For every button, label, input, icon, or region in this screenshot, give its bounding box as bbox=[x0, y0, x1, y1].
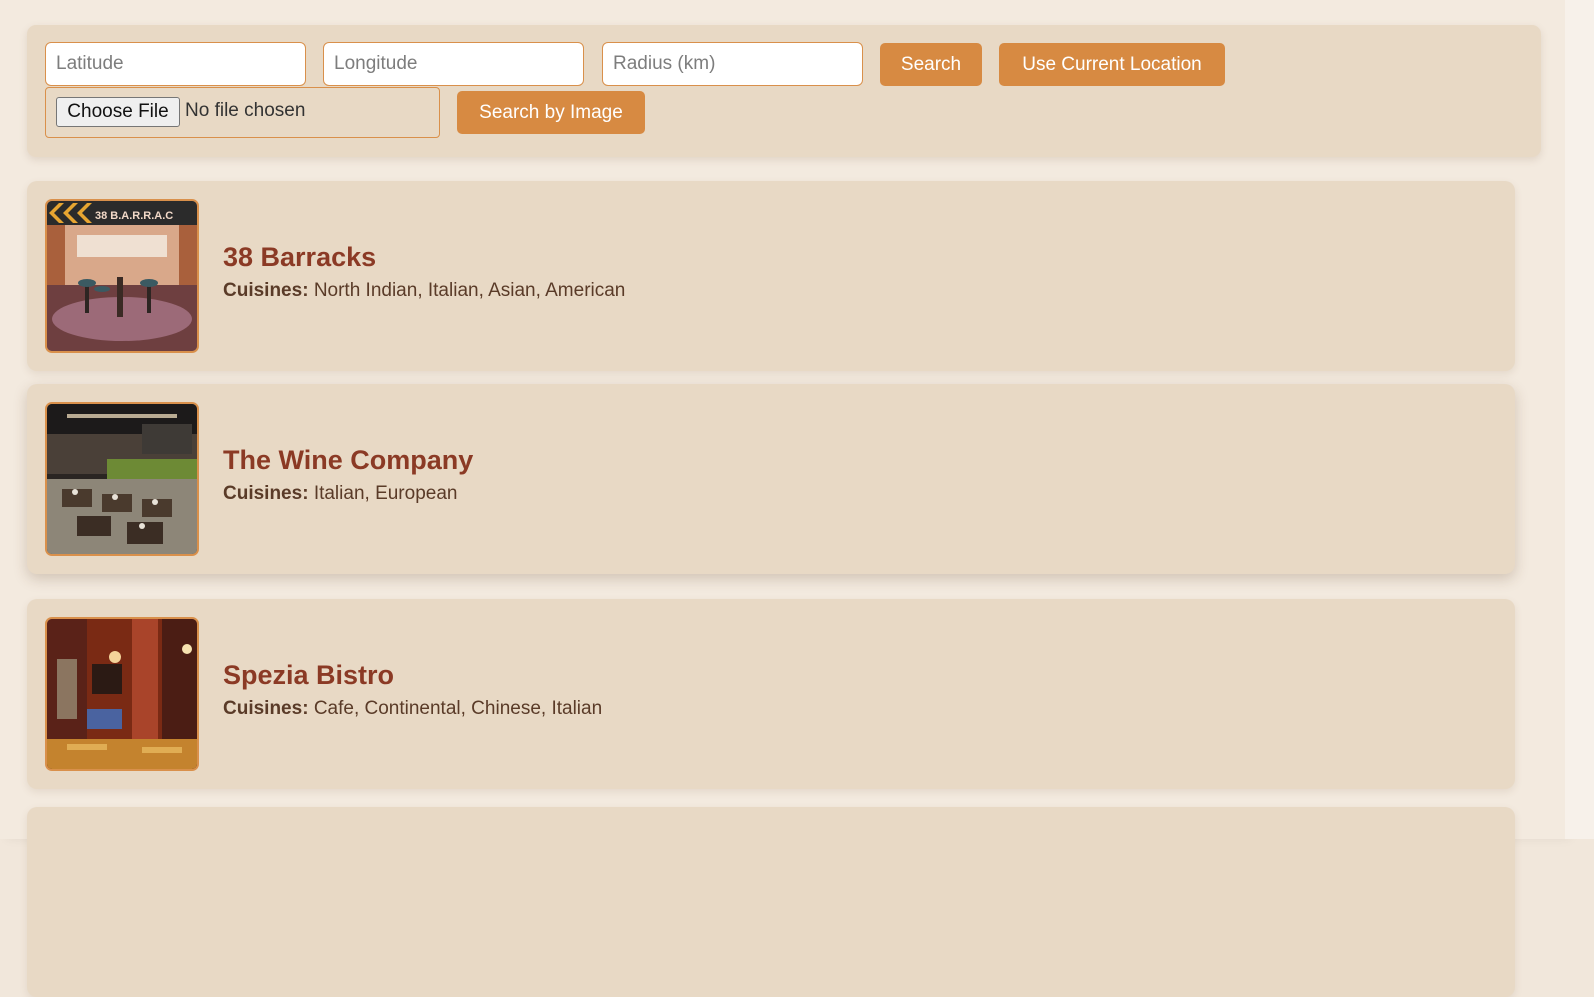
restaurant-image: 38 B.A.R.R.A.C bbox=[45, 199, 199, 353]
restaurant-card[interactable]: The Wine Company Cuisines: Italian, Euro… bbox=[27, 384, 1515, 574]
restaurant-name[interactable]: The Wine Company bbox=[223, 445, 473, 476]
file-status-text: No file chosen bbox=[185, 100, 306, 121]
restaurant-cuisines: Cuisines: Cafe, Continental, Chinese, It… bbox=[223, 698, 602, 720]
restaurant-card[interactable]: 38 B.A.R.R.A.C 38 Barracks Cuisines: Nor… bbox=[27, 181, 1515, 371]
restaurant-name[interactable]: 38 Barracks bbox=[223, 242, 376, 273]
restaurant-name[interactable]: Spezia Bistro bbox=[223, 660, 394, 691]
longitude-input[interactable] bbox=[323, 42, 584, 86]
search-button[interactable]: Search bbox=[880, 43, 982, 86]
use-current-location-button[interactable]: Use Current Location bbox=[999, 43, 1225, 86]
choose-file-button[interactable]: Choose File bbox=[56, 97, 180, 127]
page-frame: Search Use Current Location Choose File … bbox=[0, 0, 1565, 997]
cuisines-label: Cuisines: bbox=[223, 483, 309, 504]
search-panel: Search Use Current Location Choose File … bbox=[27, 25, 1541, 157]
cuisines-value: North Indian, Italian, Asian, American bbox=[313, 280, 626, 301]
scrollbar[interactable] bbox=[1565, 0, 1594, 839]
restaurant-cuisines: Cuisines: North Indian, Italian, Asian, … bbox=[223, 280, 625, 302]
cuisines-value: Cafe, Continental, Chinese, Italian bbox=[313, 698, 603, 719]
restaurant-card[interactable]: Spezia Bistro Cuisines: Cafe, Continenta… bbox=[27, 599, 1515, 789]
cuisines-label: Cuisines: bbox=[223, 698, 309, 719]
restaurant-cuisines: Cuisines: Italian, European bbox=[223, 483, 457, 505]
latitude-input[interactable] bbox=[45, 42, 306, 86]
radius-input[interactable] bbox=[602, 42, 863, 86]
file-input[interactable]: Choose File No file chosen bbox=[45, 87, 440, 138]
restaurant-image bbox=[45, 402, 199, 556]
restaurant-image-sign: 38 B.A.R.R.A.C bbox=[95, 210, 173, 222]
restaurant-image bbox=[45, 617, 199, 771]
search-by-image-button[interactable]: Search by Image bbox=[457, 91, 645, 134]
cuisines-value: Italian, European bbox=[313, 483, 458, 504]
restaurant-card[interactable] bbox=[27, 807, 1515, 997]
cuisines-label: Cuisines: bbox=[223, 280, 309, 301]
